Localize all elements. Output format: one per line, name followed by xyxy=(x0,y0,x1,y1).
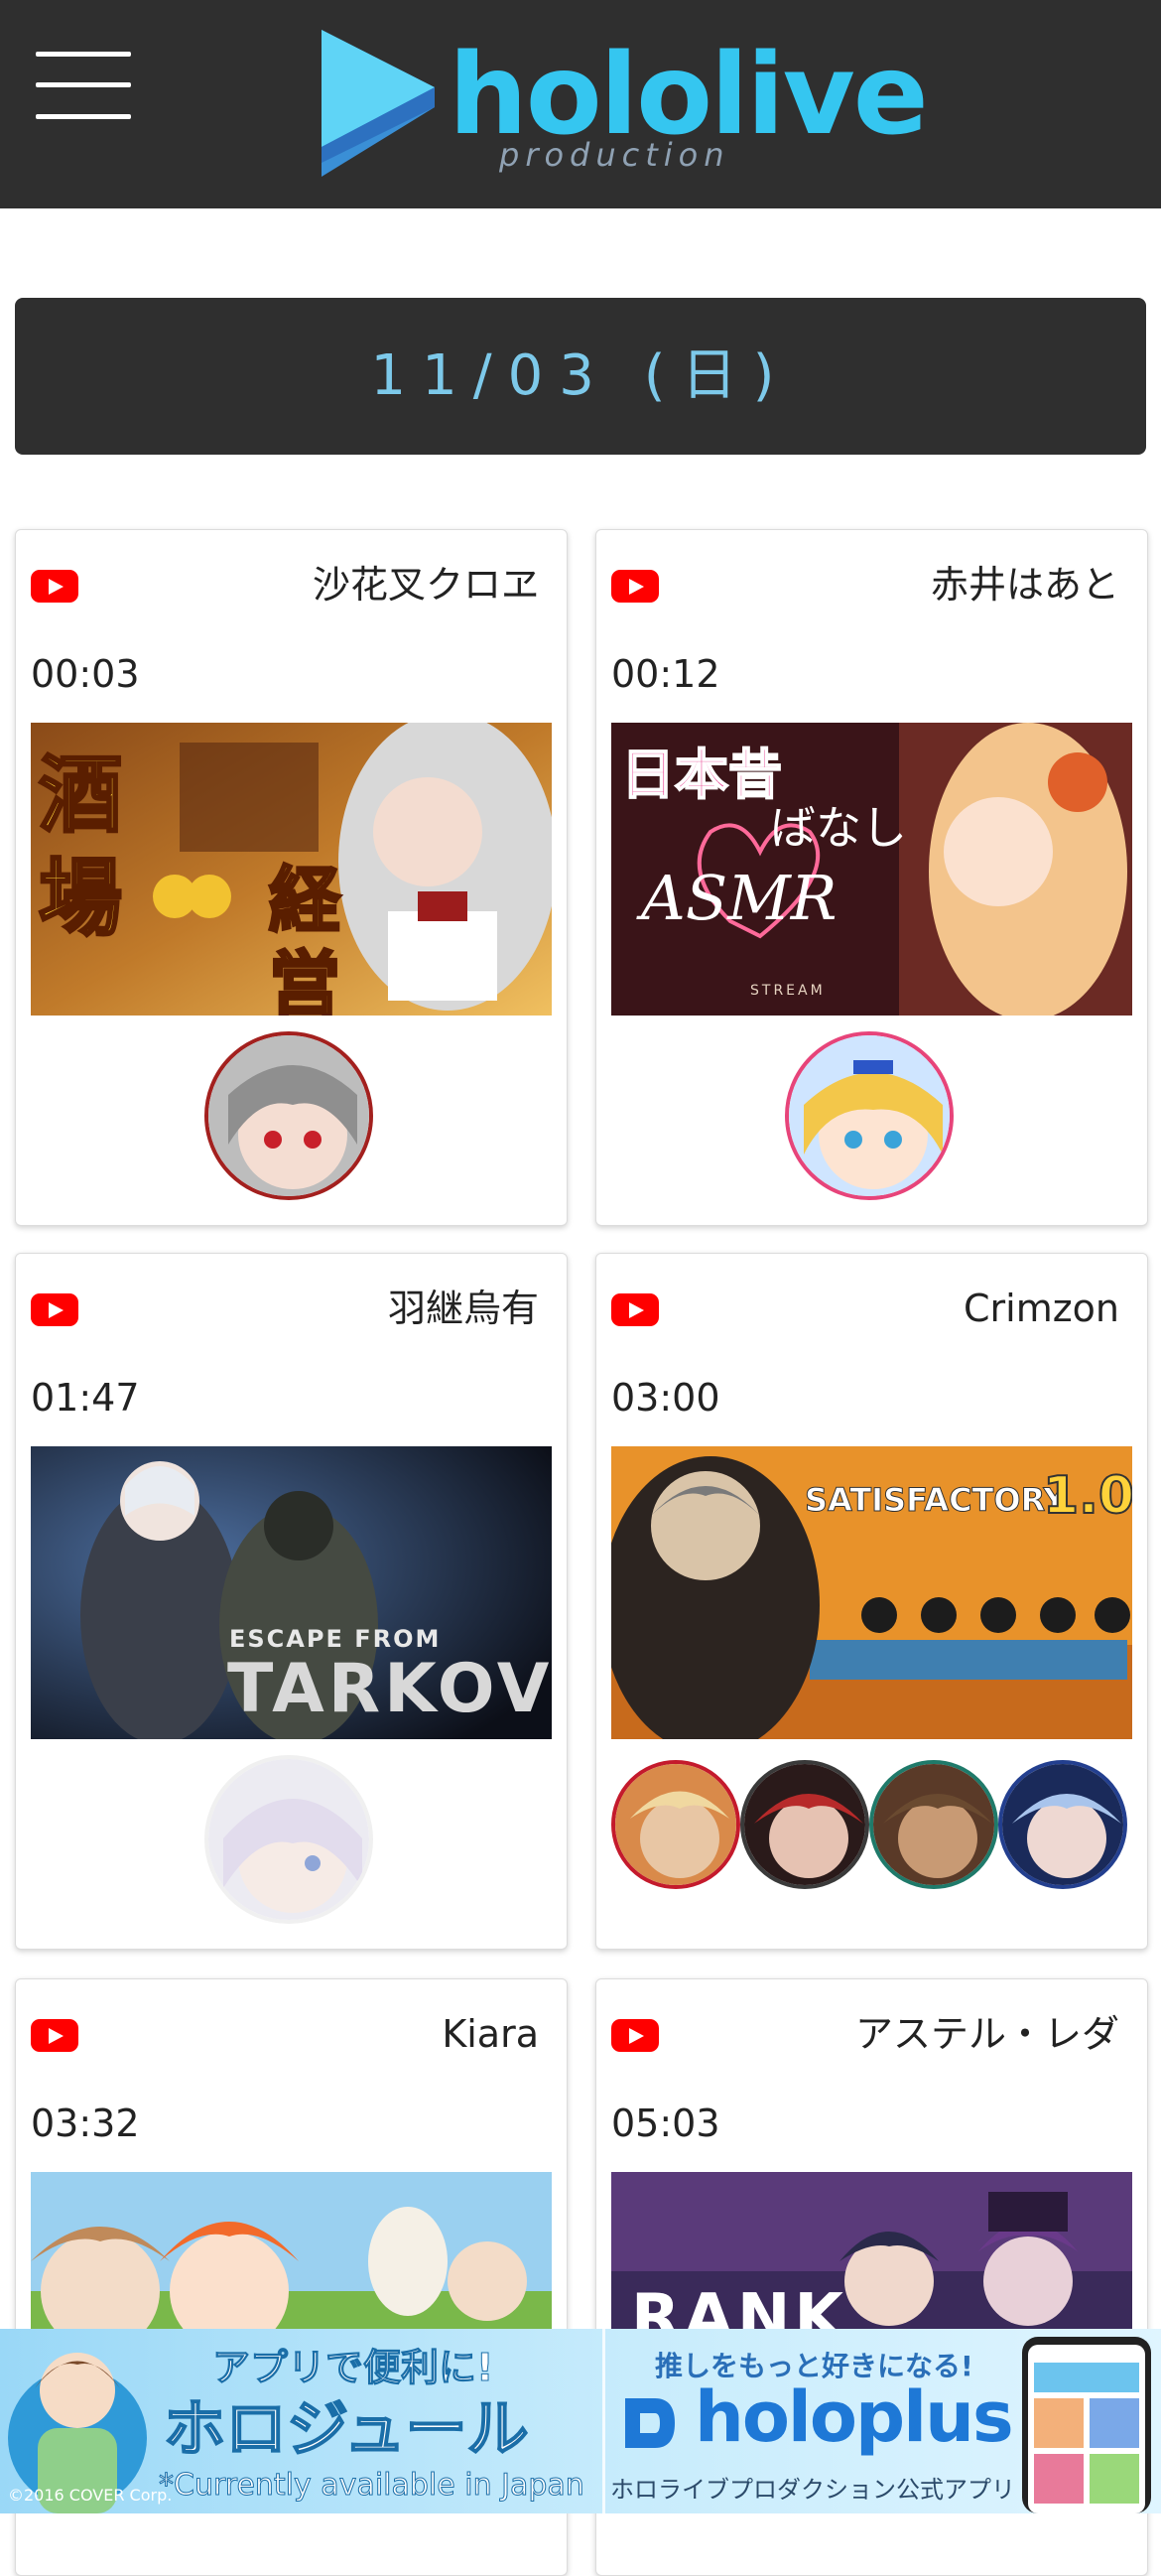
youtube-icon xyxy=(31,2019,78,2052)
logo-play-icon xyxy=(322,30,435,177)
stream-time: 03:32 xyxy=(31,2101,140,2145)
banner-app-name: ホロジュール xyxy=(163,2391,530,2466)
date-label: 11/03 (日) xyxy=(370,343,791,408)
stream-thumbnail[interactable]: SATISFACTORY 1.0 xyxy=(611,1446,1132,1739)
banner-copyright: ©2016 COVER Corp. xyxy=(8,2486,173,2505)
stream-time: 01:47 xyxy=(31,1376,140,1420)
logo-wordmark: hololive xyxy=(449,31,929,160)
youtube-icon xyxy=(611,570,659,603)
schedule-card[interactable]: 沙花叉クロヱ 00:03 酒 場 経 営 xyxy=(15,529,568,1226)
thumb-text: TARKOV xyxy=(227,1650,552,1728)
streamer-name: Crimzon xyxy=(963,1287,1119,1330)
stream-time: 05:03 xyxy=(611,2101,720,2145)
thumb-text: 場 xyxy=(37,848,123,949)
thumb-text: 日本昔 xyxy=(620,742,783,807)
thumb-text: ESCAPE FROM xyxy=(229,1625,442,1653)
schedule-card[interactable]: 羽継烏有 01:47 ESCAPE FROM TARKOV xyxy=(15,1253,568,1950)
stream-time: 00:12 xyxy=(611,652,720,696)
promo-sub: ホロライブプロダクション公式アプリ xyxy=(610,2476,1015,2504)
stream-thumbnail[interactable]: 酒 場 経 営 xyxy=(31,723,552,1016)
youtube-icon xyxy=(31,1293,78,1326)
streamer-name: 沙花叉クロヱ xyxy=(312,563,539,607)
youtube-icon xyxy=(611,2019,659,2052)
app-promo-banner[interactable]: ©2016 COVER Corp. アプリで便利に! ホロジュール *Curre… xyxy=(0,2329,1161,2513)
thumb-text: ASMR xyxy=(641,862,838,934)
stream-thumbnail[interactable]: ESCAPE FROM TARKOV xyxy=(31,1446,552,1739)
thumb-text: SATISFACTORY xyxy=(805,1481,1068,1520)
avatar[interactable] xyxy=(785,1031,954,1200)
youtube-icon xyxy=(31,570,78,603)
avatar[interactable] xyxy=(998,1760,1127,1889)
avatar[interactable] xyxy=(611,1760,740,1889)
schedule-card[interactable]: 赤井はあと 00:12 日本昔 ばなし ASMR STREAM xyxy=(595,529,1148,1226)
schedule-card[interactable]: Crimzon 03:00 SATISFACTORY 1.0 xyxy=(595,1253,1148,1950)
thumb-text: ばなし xyxy=(770,801,907,855)
stream-time: 03:00 xyxy=(611,1376,720,1420)
stream-thumbnail[interactable]: 日本昔 ばなし ASMR STREAM xyxy=(611,723,1132,1016)
phone-mockup-image xyxy=(1022,2337,1151,2513)
holoplus-logo-icon xyxy=(625,2398,675,2448)
date-header: 11/03 (日) xyxy=(15,298,1146,455)
top-header: hololive production xyxy=(0,0,1161,208)
avatar[interactable] xyxy=(869,1760,998,1889)
youtube-icon xyxy=(611,1293,659,1326)
thumb-text: 酒 xyxy=(37,745,123,846)
avatar[interactable] xyxy=(204,1031,373,1200)
streamer-name: Kiara xyxy=(442,2012,539,2056)
logo-subtitle: production xyxy=(499,136,730,174)
avatar[interactable] xyxy=(740,1760,869,1889)
banner-note: *Currently available in Japan xyxy=(159,2468,585,2504)
hamburger-menu-icon[interactable] xyxy=(36,52,131,119)
divider xyxy=(602,2329,605,2513)
avatar[interactable] xyxy=(204,1755,373,1924)
thumb-text: STREAM xyxy=(750,983,826,999)
thumb-text: 1.0 xyxy=(1042,1465,1132,1527)
streamer-name: 赤井はあと xyxy=(930,563,1119,607)
thumb-text: 営 xyxy=(267,941,341,1017)
hololive-logo[interactable]: hololive production xyxy=(318,30,929,179)
streamer-name: 羽継烏有 xyxy=(387,1287,539,1330)
promo-logo: holoplus xyxy=(695,2376,1014,2458)
streamer-name: アステル・レダ xyxy=(854,2012,1119,2056)
stream-time: 00:03 xyxy=(31,652,140,696)
